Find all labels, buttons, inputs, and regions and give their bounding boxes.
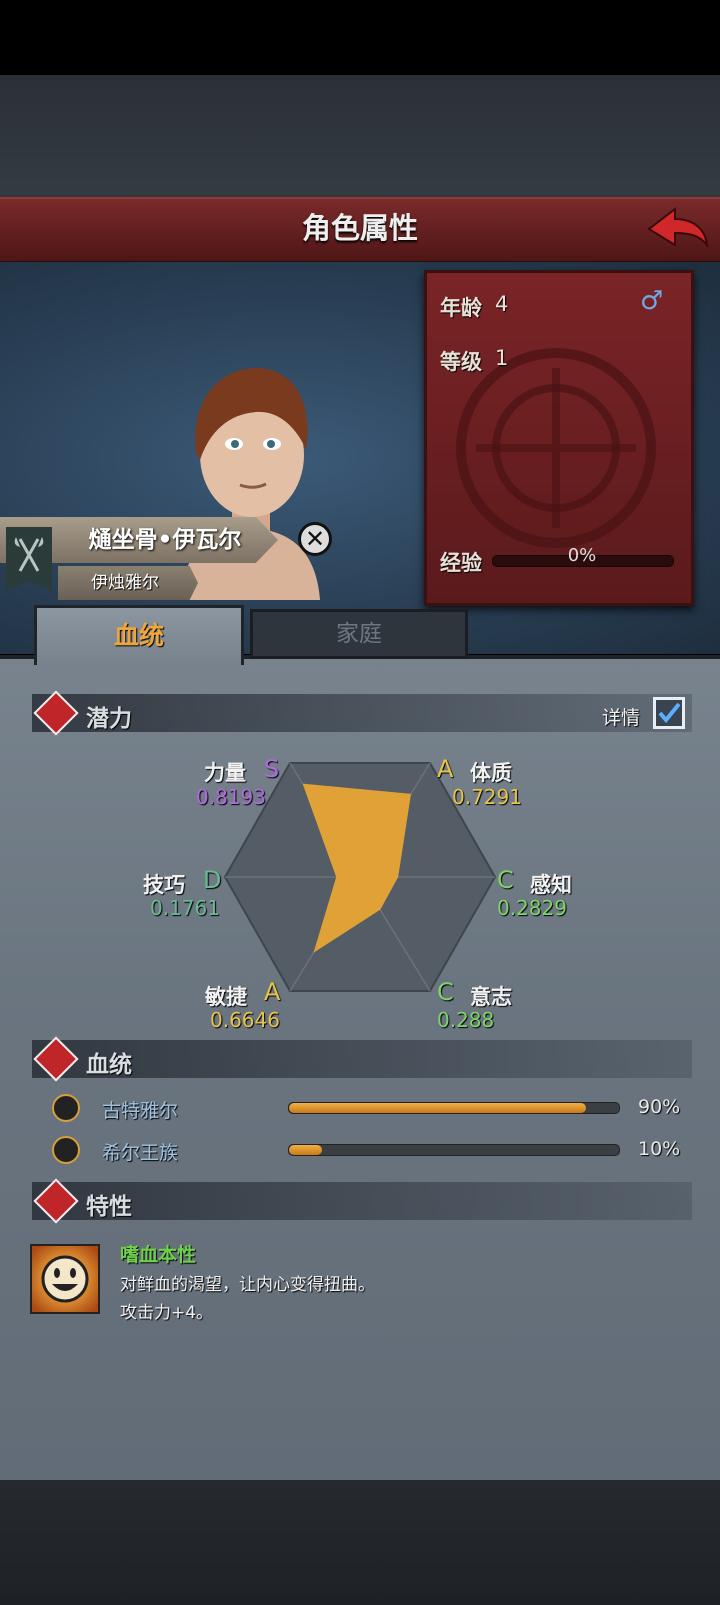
back-arrow-icon bbox=[647, 206, 709, 249]
bloodthirsty-trait-icon[interactable] bbox=[30, 1244, 100, 1314]
exp-label: 经验 bbox=[440, 551, 482, 575]
traits-title: 特性 bbox=[86, 1194, 132, 1220]
level-value: 1 bbox=[495, 346, 509, 370]
trait-effect: 攻击力+4。 bbox=[120, 1303, 214, 1323]
stat-will-name: 意志 bbox=[470, 985, 512, 1009]
stat-agility-name: 敏捷 bbox=[205, 985, 247, 1009]
stat-strength-grade: S bbox=[264, 755, 280, 783]
stat-skill-name: 技巧 bbox=[143, 873, 185, 897]
bloodline-bar-fill bbox=[289, 1145, 322, 1155]
tab-bloodline[interactable]: 血统 bbox=[34, 605, 244, 665]
stat-agility-value: 0.6646 bbox=[210, 1008, 280, 1032]
stat-agility-grade: A bbox=[264, 978, 281, 1006]
level-label: 等级 bbox=[440, 350, 482, 374]
bottom-background bbox=[0, 1480, 720, 1605]
top-background bbox=[0, 75, 720, 197]
stat-will-value: 0.288 bbox=[437, 1008, 495, 1032]
age-value: 4 bbox=[495, 292, 509, 316]
tab-family[interactable]: 家庭 bbox=[250, 609, 468, 659]
stat-strength-value: 0.8193 bbox=[196, 785, 266, 809]
bloodline-emblem-icon bbox=[52, 1136, 80, 1164]
status-bar bbox=[0, 0, 720, 75]
bloodline-name: 古特雅尔 bbox=[102, 1100, 179, 1122]
bloodline-title: 血统 bbox=[86, 1052, 132, 1078]
detail-label: 详情 bbox=[602, 707, 641, 729]
bloodline-bar bbox=[288, 1102, 620, 1114]
stat-will-grade: C bbox=[437, 978, 454, 1006]
exp-value: 0% bbox=[567, 545, 597, 566]
bloodline-name: 希尔王族 bbox=[102, 1142, 179, 1164]
trait-name: 嗜血本性 bbox=[120, 1244, 197, 1266]
stat-perception-value: 0.2829 bbox=[497, 896, 567, 920]
bloodline-emblem-icon bbox=[52, 1094, 80, 1122]
bloodline-bar bbox=[288, 1144, 620, 1156]
stat-constitution-name: 体质 bbox=[470, 761, 512, 785]
character-portrait bbox=[180, 367, 320, 600]
character-name: 熥坐骨•伊瓦尔 bbox=[88, 527, 242, 553]
smiley-face-icon bbox=[41, 1255, 89, 1303]
stat-constitution-value: 0.7291 bbox=[452, 785, 522, 809]
bloodline-percent: 10% bbox=[638, 1138, 681, 1160]
checkmark-icon bbox=[658, 702, 681, 724]
stat-skill-value: 0.1761 bbox=[150, 896, 220, 920]
detail-checkbox[interactable] bbox=[653, 697, 685, 729]
page-title: 角色属性 bbox=[301, 211, 418, 245]
stat-strength-name: 力量 bbox=[204, 761, 246, 785]
back-button[interactable] bbox=[645, 205, 709, 253]
stat-skill-grade: D bbox=[203, 866, 222, 894]
age-label: 年龄 bbox=[440, 296, 482, 320]
stat-constitution-grade: A bbox=[437, 755, 454, 783]
stat-perception-name: 感知 bbox=[530, 873, 572, 897]
close-button[interactable]: ✕ bbox=[298, 522, 332, 556]
bloodline-percent: 90% bbox=[638, 1096, 681, 1118]
male-icon: ♂ bbox=[640, 286, 664, 316]
bloodline-bar-fill bbox=[289, 1103, 586, 1113]
trait-description: 对鲜血的渴望，让内心变得扭曲。 bbox=[120, 1275, 375, 1295]
potential-title: 潜力 bbox=[86, 706, 132, 732]
stat-perception-grade: C bbox=[497, 866, 514, 894]
character-clan: 伊烛雅尔 bbox=[91, 573, 159, 593]
close-icon: ✕ bbox=[304, 525, 326, 553]
